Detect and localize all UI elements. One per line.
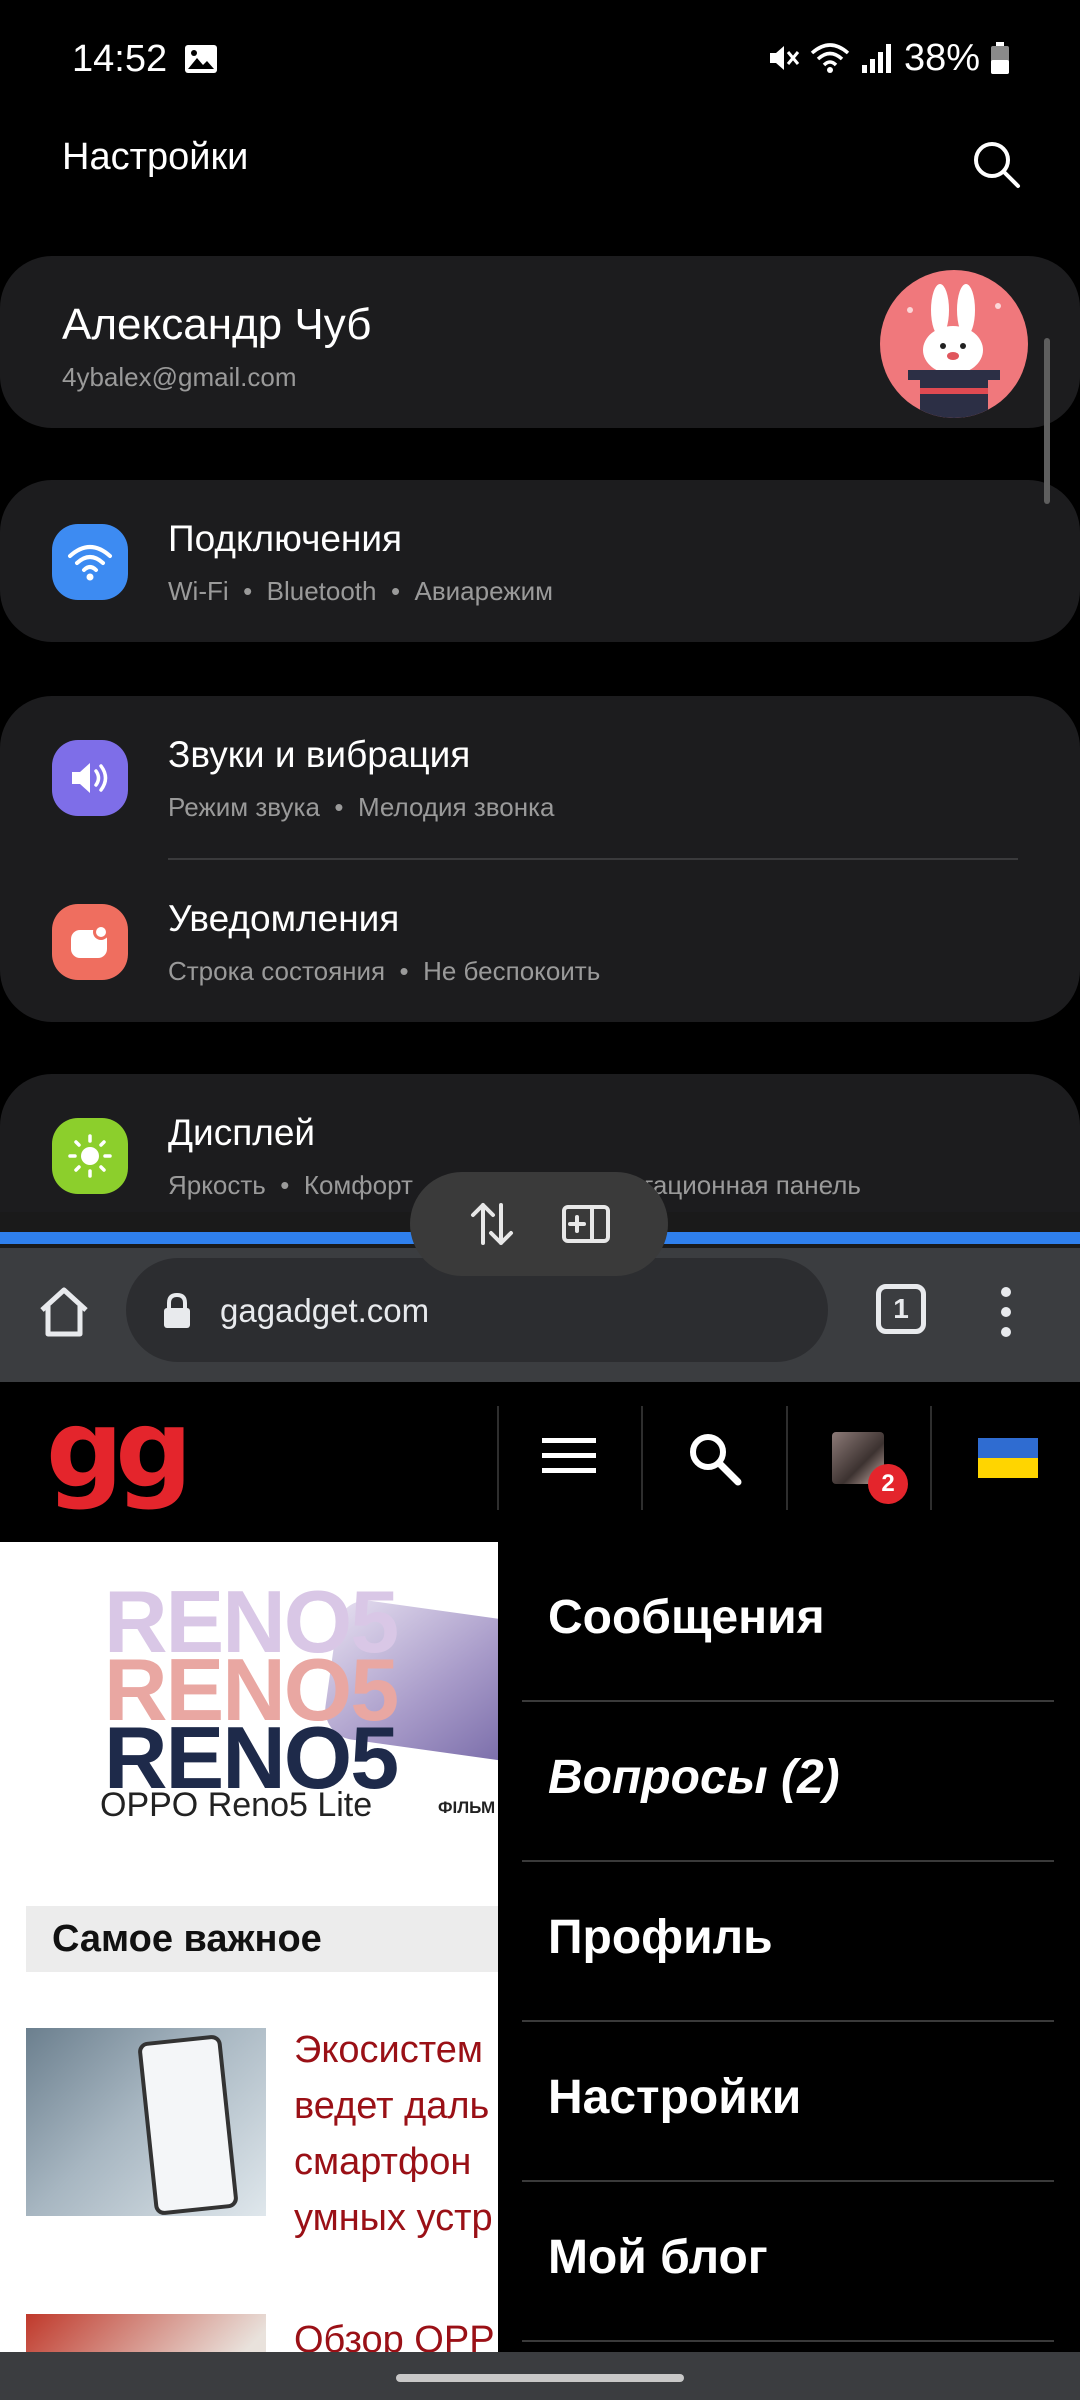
browser-window: gagadget.com 1 gg 2 RENO5 RENO5 RENO5 OP… <box>0 1248 1080 2352</box>
site-header: gg 2 <box>0 1382 1080 1542</box>
home-gesture-handle[interactable] <box>396 2374 684 2382</box>
settings-window: 14:52 38% Настройки Александр Чуб 4ybale… <box>0 0 1080 1212</box>
divider <box>930 1406 932 1510</box>
more-vert-icon[interactable] <box>994 1280 1018 1344</box>
sun-icon <box>52 1118 128 1194</box>
settings-item-connections[interactable]: Подключения Wi-Fi • Bluetooth • Авиарежи… <box>0 480 1080 640</box>
scrollbar[interactable] <box>1044 338 1050 504</box>
settings-item-subtitle: Режим звука • Мелодия звонка <box>168 792 555 822</box>
settings-item-sounds[interactable]: Звуки и вибрация Режим звука • Мелодия з… <box>0 696 1080 860</box>
wifi-icon <box>810 43 850 73</box>
divider <box>641 1406 643 1510</box>
news-thumbnail[interactable] <box>26 2028 266 2216</box>
menu-item-label: Настройки <box>548 2071 802 2124</box>
hamburger-menu-icon[interactable] <box>542 1436 596 1476</box>
news-title[interactable]: Обзор OPP <box>294 2312 514 2352</box>
settings-item-title: Подключения <box>168 518 403 559</box>
rabbit-avatar-icon <box>907 284 1001 418</box>
news-thumbnail[interactable] <box>26 2314 266 2352</box>
mute-icon <box>769 46 800 70</box>
ad-banner[interactable]: RENO5 RENO5 RENO5 OPPO Reno5 Lite ФІЛЬМ <box>100 1582 500 1842</box>
status-bar: 14:52 38% <box>0 0 1080 120</box>
home-icon[interactable] <box>36 1284 92 1340</box>
image-icon <box>185 45 217 73</box>
menu-item-label: Профиль <box>548 1911 773 1964</box>
page-title: Настройки <box>62 136 249 178</box>
sound-notifications-card: Звуки и вибрация Режим звука • Мелодия з… <box>0 696 1080 1022</box>
status-icons: 38% <box>766 36 1010 80</box>
swap-windows-icon[interactable] <box>467 1199 517 1249</box>
page-content: RENO5 RENO5 RENO5 OPPO Reno5 Lite ФІЛЬМ … <box>0 1542 1080 2352</box>
notification-badge: 2 <box>868 1464 908 1504</box>
settings-item-title: Дисплей <box>168 1112 316 1153</box>
section-title: Самое важное <box>52 1918 322 1960</box>
notification-icon <box>52 904 128 980</box>
volume-icon <box>52 740 128 816</box>
ukraine-flag-icon[interactable] <box>978 1438 1038 1478</box>
settings-item-subtitle-tail: гационная панель <box>644 1170 861 1200</box>
news-title[interactable]: Экосистем ведет даль смартфон умных устр <box>294 2022 514 2246</box>
menu-item-profile[interactable]: Профиль <box>522 1862 1054 2022</box>
settings-item-notifications[interactable]: Уведомления Строка состояния • Не беспок… <box>0 860 1080 1020</box>
url-text: gagadget.com <box>220 1292 430 1329</box>
profile-name: Александр Чуб <box>62 300 372 349</box>
settings-item-title: Уведомления <box>168 898 400 939</box>
section-header: Самое важное <box>26 1906 506 1972</box>
site-logo[interactable]: gg <box>46 1396 193 1504</box>
menu-item-my-blog[interactable]: Мой блог <box>522 2182 1054 2342</box>
user-dropdown-menu: Сообщения Вопросы (2) Профиль Настройки … <box>498 1542 1080 2352</box>
search-icon[interactable] <box>966 134 1026 194</box>
settings-item-title: Звуки и вибрация <box>168 734 471 775</box>
menu-item-label: Мой блог <box>548 2231 768 2284</box>
add-app-pair-icon[interactable] <box>561 1199 611 1249</box>
lock-icon <box>164 1292 190 1328</box>
menu-item-label: Сообщения <box>548 1591 825 1644</box>
menu-item-settings[interactable]: Настройки <box>522 2022 1054 2182</box>
menu-item-label: Вопросы (2) <box>548 1751 840 1804</box>
navigation-bar <box>0 2352 1080 2400</box>
menu-item-questions[interactable]: Вопросы (2) <box>522 1702 1054 1862</box>
avatar[interactable] <box>880 270 1028 418</box>
battery-icon <box>991 42 1009 74</box>
settings-item-subtitle: Строка состояния • Не беспокоить <box>168 956 601 986</box>
battery-percent: 38% <box>903 36 980 79</box>
divider <box>497 1406 499 1510</box>
menu-item-messages[interactable]: Сообщения <box>522 1542 1054 1702</box>
profile-email: 4ybalex@gmail.com <box>62 362 297 392</box>
ad-caption: OPPO Reno5 Lite <box>100 1786 373 1824</box>
ad-headline: RENO5 RENO5 RENO5 <box>104 1582 399 1807</box>
settings-item-subtitle: Яркость • Комфорт <box>168 1170 413 1200</box>
split-screen-controls <box>410 1172 668 1276</box>
connections-card: Подключения Wi-Fi • Bluetooth • Авиарежи… <box>0 480 1080 642</box>
tab-switcher-button[interactable]: 1 <box>876 1284 926 1334</box>
settings-item-subtitle: Wi-Fi • Bluetooth • Авиарежим <box>168 576 554 606</box>
divider <box>786 1406 788 1510</box>
signal-icon <box>861 44 891 73</box>
search-icon[interactable] <box>686 1430 742 1486</box>
status-time: 14:52 <box>72 38 168 80</box>
ad-caption-tail: ФІЛЬМ <box>438 1798 496 1817</box>
wifi-icon <box>52 524 128 600</box>
profile-card[interactable]: Александр Чуб 4ybalex@gmail.com <box>0 256 1080 428</box>
